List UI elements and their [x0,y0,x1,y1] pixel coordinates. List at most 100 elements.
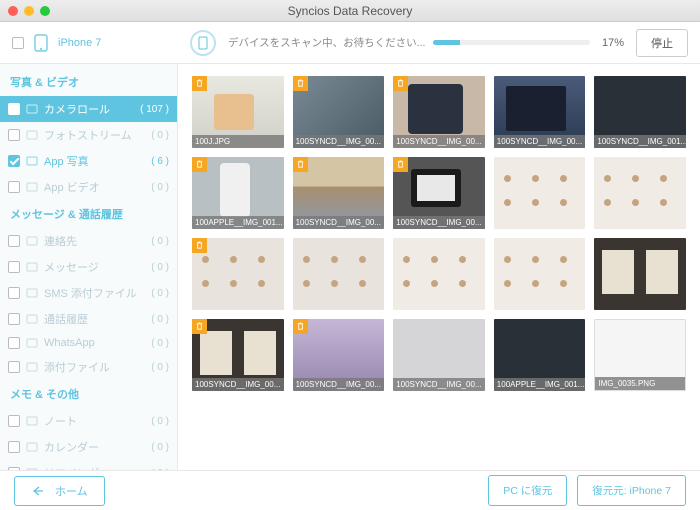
home-button[interactable]: ホーム [14,476,105,506]
item-checkbox[interactable] [8,337,20,349]
item-label: 添付ファイル [44,359,145,375]
thumbnail[interactable] [594,238,686,310]
sidebar-item[interactable]: カメラロール( 107 ) [0,96,177,122]
thumbnail[interactable] [594,157,686,229]
sidebar-item[interactable]: ノート ( 0 ) [0,408,177,434]
thumbnail-caption: 100SYNCD__IMG_00... [293,378,385,391]
item-label: App 写真 [44,153,145,169]
trash-icon [293,76,308,91]
item-label: 通話履歴 [44,311,145,327]
sidebar-item[interactable]: 通話履歴 ( 0 ) [0,306,177,332]
item-checkbox[interactable] [8,155,20,167]
thumbnail-caption: 100SYNCD__IMG_00... [494,135,586,148]
item-label: フォトストリーム [44,127,145,143]
item-checkbox[interactable] [8,287,20,299]
item-checkbox[interactable] [8,467,20,470]
thumbnail[interactable]: IMG_0035.PNG [594,319,686,391]
recover-device-button[interactable]: 復元元: iPhone 7 [577,475,686,506]
category-icon [26,103,38,115]
item-label: WhatsApp [44,337,145,349]
thumbnail[interactable]: 100SYNCD__IMG_00... [494,76,586,148]
thumbnail-grid: 100J.JPG100SYNCD__IMG_00...100SYNCD__IMG… [192,76,686,391]
thumbnail[interactable]: 100SYNCD__IMG_00... [192,319,284,391]
category-icon [26,129,38,141]
item-checkbox[interactable] [8,235,20,247]
sidebar-item[interactable]: カレンダー( 0 ) [0,434,177,460]
trash-icon [192,238,207,253]
footer: ホーム PC に復元 復元元: iPhone 7 [0,470,700,510]
item-count: ( 0 ) [151,262,169,273]
item-checkbox[interactable] [8,441,20,453]
thumbnail[interactable]: 100SYNCD__IMG_00... [293,76,385,148]
item-count: ( 0 ) [151,468,169,471]
item-checkbox[interactable] [8,103,20,115]
item-label: カレンダー [44,439,145,455]
thumbnail[interactable] [494,238,586,310]
trash-icon [192,76,207,91]
item-count: ( 0 ) [151,314,169,325]
thumbnail-caption: 100SYNCD__IMG_00... [192,378,284,391]
thumbnail-caption: 100SYNCD__IMG_00... [393,216,485,229]
device-selector[interactable]: iPhone 7 [0,34,178,52]
arrow-left-icon [31,485,45,497]
thumbnail[interactable] [393,238,485,310]
item-count: ( 0 ) [151,236,169,247]
sidebar-section-head: メモ & その他 [0,380,177,408]
item-checkbox[interactable] [8,261,20,273]
window-title: Syncios Data Recovery [0,4,700,18]
thumbnail-caption: 100APPLE__IMG_001... [192,216,284,229]
sidebar-section-head: メッセージ & 通話履歴 [0,200,177,228]
thumbnail[interactable]: 100APPLE__IMG_001... [192,157,284,229]
thumbnail-caption: 100SYNCD__IMG_00... [293,216,385,229]
item-label: 連絡先 [44,233,145,249]
thumbnail[interactable]: 100SYNCD__IMG_00... [293,319,385,391]
category-icon [26,415,38,427]
thumbnail[interactable]: 100SYNCD__IMG_00... [393,76,485,148]
trash-icon [192,319,207,334]
item-checkbox[interactable] [8,415,20,427]
item-label: カメラロール [44,101,134,117]
thumbnail[interactable] [494,157,586,229]
sidebar-item[interactable]: WhatsApp( 0 ) [0,332,177,354]
item-label: App ビデオ [44,179,145,195]
thumbnail[interactable] [192,238,284,310]
thumbnail-caption: 100SYNCD__IMG_00... [393,378,485,391]
category-icon [26,441,38,453]
phone-icon [34,34,48,52]
sidebar-item[interactable]: SMS 添付ファイル( 0 ) [0,280,177,306]
thumbnail[interactable]: 100SYNCD__IMG_00... [393,157,485,229]
sidebar-item[interactable]: リマインダー( 0 ) [0,460,177,470]
device-checkbox[interactable] [12,37,24,49]
item-checkbox[interactable] [8,361,20,373]
thumbnail[interactable]: 100J.JPG [192,76,284,148]
trash-icon [393,76,408,91]
sidebar-item[interactable]: メッセージ( 0 ) [0,254,177,280]
sidebar-item[interactable]: App ビデオ( 0 ) [0,174,177,200]
thumbnail[interactable]: 100APPLE__IMG_001... [494,319,586,391]
thumbnail[interactable]: 100SYNCD__IMG_00... [293,157,385,229]
trash-icon [293,157,308,172]
scan-status: デバイスをスキャン中、お待ちください... [228,35,425,50]
sidebar-item[interactable]: App 写真 ( 6 ) [0,148,177,174]
thumbnail[interactable] [293,238,385,310]
category-icon [26,287,38,299]
titlebar: Syncios Data Recovery [0,0,700,22]
item-checkbox[interactable] [8,181,20,193]
recover-pc-button[interactable]: PC に復元 [488,475,567,506]
thumbnail[interactable]: 100SYNCD__IMG_001... [594,76,686,148]
trash-icon [293,319,308,334]
item-checkbox[interactable] [8,313,20,325]
sidebar-item[interactable]: 添付ファイル( 0 ) [0,354,177,380]
category-icon [26,361,38,373]
device-name: iPhone 7 [58,37,101,49]
item-label: ノート [44,413,145,429]
item-count: ( 6 ) [151,156,169,167]
sidebar-item[interactable]: 連絡先 ( 0 ) [0,228,177,254]
thumbnail[interactable]: 100SYNCD__IMG_00... [393,319,485,391]
stop-button[interactable]: 停止 [636,29,688,57]
category-icon [26,155,38,167]
thumbnail-caption: 100SYNCD__IMG_00... [393,135,485,148]
item-count: ( 0 ) [151,416,169,427]
item-checkbox[interactable] [8,129,20,141]
sidebar-item[interactable]: フォトストリーム( 0 ) [0,122,177,148]
